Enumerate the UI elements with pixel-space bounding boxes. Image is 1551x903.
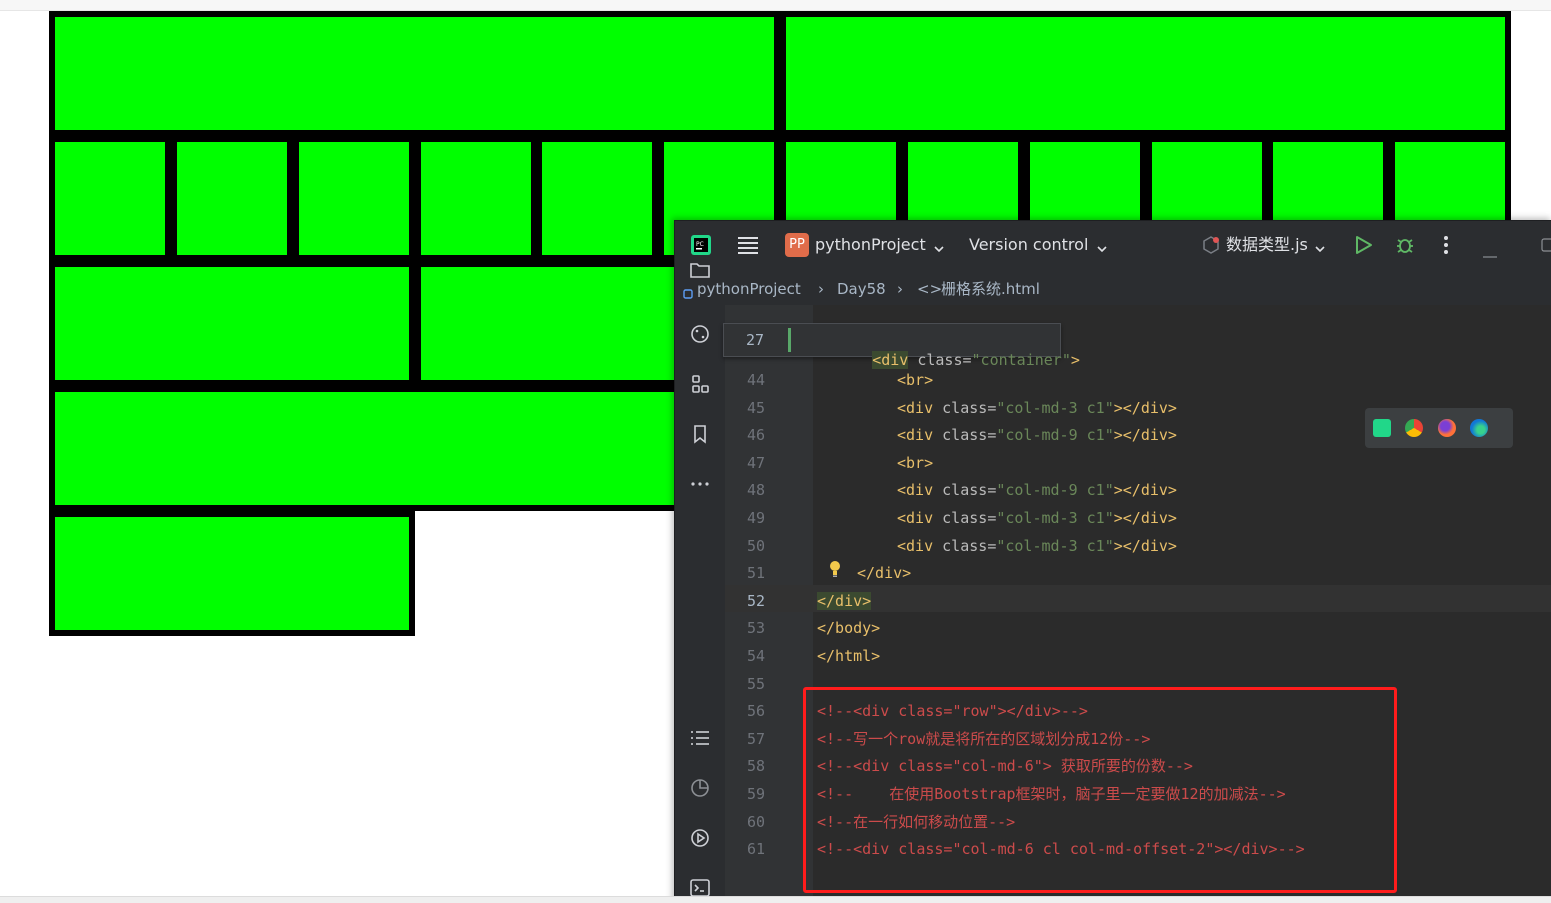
main-menu-icon[interactable] <box>737 235 759 255</box>
line-number: 50 <box>746 536 765 555</box>
version-control-menu[interactable]: Version control <box>969 235 1088 255</box>
grid-column-cell <box>55 142 165 255</box>
grid-column-cell <box>299 142 409 255</box>
project-badge: PP <box>785 233 809 257</box>
code-line: <div class="col-md-9 c1"></div> <box>897 481 1177 500</box>
html-tag-icon: <> <box>917 280 943 298</box>
line-number: 44 <box>746 371 765 389</box>
code-line: <div class="col-md-9 c1"></div> <box>897 426 1177 445</box>
run-configuration[interactable]: 数据类型.js <box>1226 235 1308 255</box>
code-line: </div> <box>857 564 912 583</box>
module-icon <box>683 284 693 303</box>
browser-top-bar <box>0 0 1551 11</box>
line-number: 60 <box>746 812 765 831</box>
todo-icon[interactable] <box>689 727 711 753</box>
line-number: 48 <box>746 481 765 500</box>
caret-marker <box>788 328 791 352</box>
pycharm-browser-icon[interactable] <box>1373 419 1391 437</box>
sticky-code: <div class="container"> <box>872 351 1080 369</box>
line-number: 49 <box>746 509 765 527</box>
line-number: 56 <box>746 702 765 721</box>
line-number: 46 <box>746 426 765 445</box>
edge-icon[interactable] <box>1470 419 1488 437</box>
folder-icon[interactable] <box>689 259 711 285</box>
breadcrumb-separator-icon: › <box>818 280 824 298</box>
code-line: </div> <box>817 591 872 610</box>
line-number: 27 <box>745 331 764 349</box>
tool-window-strip <box>675 263 726 903</box>
line-number: 61 <box>746 840 765 859</box>
chevron-down-icon[interactable] <box>1314 239 1326 258</box>
browser-preview-bar <box>1365 408 1513 448</box>
highlight-box <box>803 687 1397 893</box>
grid-column-cell <box>177 142 287 255</box>
code-line: </body> <box>817 619 881 638</box>
code-line: <br> <box>897 453 934 472</box>
code-line: </html> <box>817 647 881 665</box>
grid-column-cell <box>786 17 1505 130</box>
line-number: 51 <box>746 564 765 583</box>
chevron-down-icon[interactable] <box>933 239 945 258</box>
breadcrumb-project[interactable]: pythonProject <box>697 278 801 300</box>
chevron-down-icon[interactable] <box>1096 239 1108 258</box>
line-number: 58 <box>746 757 765 776</box>
chrome-icon[interactable] <box>1405 419 1423 437</box>
grid-column-cell <box>421 142 531 255</box>
structure-icon[interactable] <box>689 373 711 399</box>
minimize-icon[interactable] <box>1483 243 1497 262</box>
line-number: 55 <box>746 674 765 693</box>
profiler-icon[interactable] <box>689 777 711 803</box>
more-actions-icon[interactable] <box>1443 235 1449 259</box>
line-number: 53 <box>746 619 765 638</box>
title-bar: PC PP pythonProject Version control 数据类型… <box>675 221 1551 269</box>
maximize-icon[interactable] <box>1541 237 1551 256</box>
line-number: 45 <box>746 398 765 417</box>
more-icon[interactable] <box>689 473 711 499</box>
grid-column-cell <box>55 517 409 630</box>
breadcrumb-separator-icon: › <box>897 280 903 298</box>
code-line: <div class="col-md-3 c1"></div> <box>897 509 1177 527</box>
bookmarks-icon[interactable] <box>689 423 711 449</box>
breadcrumb-file[interactable]: 栅格系统.html <box>941 278 1040 300</box>
lightbulb-icon[interactable] <box>828 560 842 582</box>
line-number: 47 <box>746 453 765 472</box>
firefox-icon[interactable] <box>1438 419 1456 437</box>
line-number: 54 <box>746 647 765 665</box>
run-icon[interactable] <box>1353 235 1373 259</box>
pycharm-window: PC PP pythonProject Version control 数据类型… <box>674 220 1551 903</box>
grid-column-cell <box>55 17 774 130</box>
breadcrumb: pythonProject › Day58 › <> 栅格系统.html <box>675 273 1551 305</box>
js-file-icon <box>1201 235 1221 259</box>
debug-icon[interactable] <box>1395 235 1415 259</box>
line-number: 57 <box>746 729 765 748</box>
code-line: <div class="col-md-3 c1"></div> <box>897 536 1177 555</box>
python-packages-icon[interactable] <box>689 323 711 349</box>
sticky-line[interactable]: 27 <div class="container"> <box>723 323 1080 369</box>
project-name[interactable]: pythonProject <box>815 235 926 255</box>
code-line: <div class="col-md-3 c1"></div> <box>897 398 1177 417</box>
grid-column-cell <box>55 267 409 380</box>
services-icon[interactable] <box>689 827 711 853</box>
line-number: 52 <box>746 591 765 610</box>
grid-column-cell <box>542 142 652 255</box>
breadcrumb-folder[interactable]: Day58 <box>837 278 886 300</box>
svg-text:PC: PC <box>696 241 704 248</box>
line-number: 59 <box>746 785 765 803</box>
pycharm-logo-icon[interactable]: PC <box>691 235 711 255</box>
